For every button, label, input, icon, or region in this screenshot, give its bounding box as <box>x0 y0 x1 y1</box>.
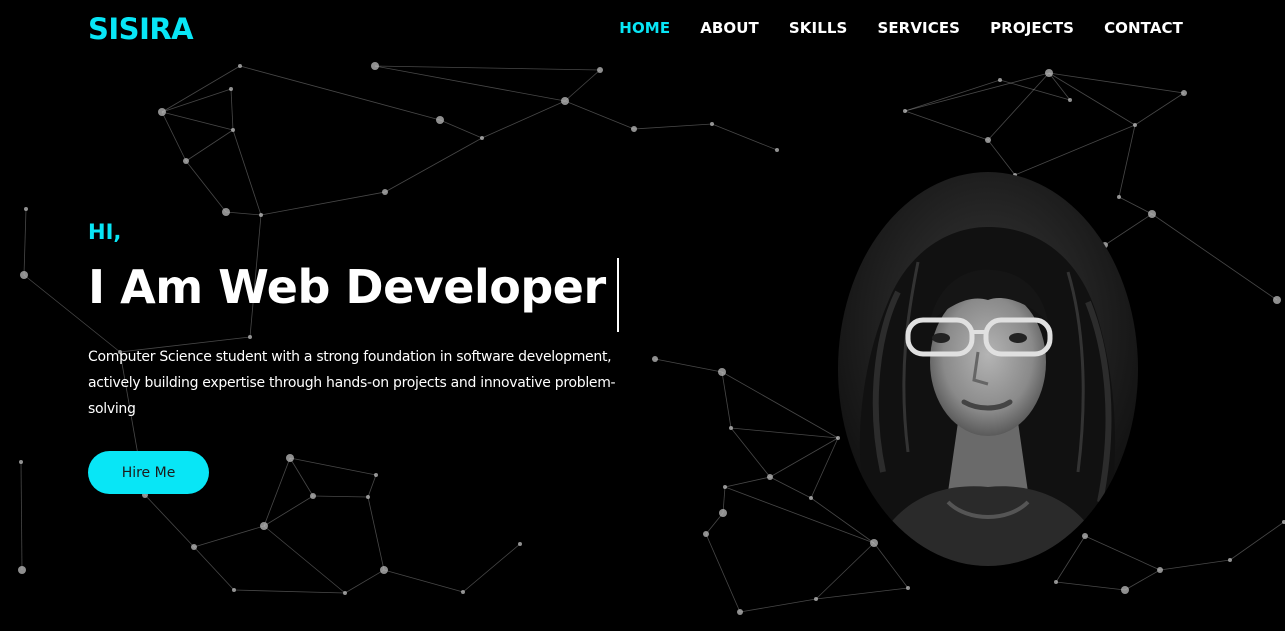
nav-menu: HOME ABOUT SKILLS SERVICES PROJECTS CONT… <box>619 19 1183 37</box>
hire-me-button[interactable]: Hire Me <box>88 451 209 494</box>
nav-link-about[interactable]: ABOUT <box>700 19 759 37</box>
nav-link-services[interactable]: SERVICES <box>877 19 960 37</box>
nav-link-contact[interactable]: CONTACT <box>1104 19 1183 37</box>
hero-greeting: HI, <box>88 220 122 244</box>
hero-headline: I Am Web Developer <box>88 260 606 314</box>
nav-link-projects[interactable]: PROJECTS <box>990 19 1074 37</box>
nav-link-skills[interactable]: SKILLS <box>789 19 848 37</box>
logo[interactable]: SISIRA <box>88 12 194 46</box>
profile-photo <box>838 172 1138 566</box>
navbar: SISIRA HOME ABOUT SKILLS SERVICES PROJEC… <box>0 0 1285 60</box>
nav-link-home[interactable]: HOME <box>619 19 670 37</box>
typing-cursor <box>617 258 619 332</box>
hero-description: Computer Science student with a strong f… <box>88 349 616 417</box>
